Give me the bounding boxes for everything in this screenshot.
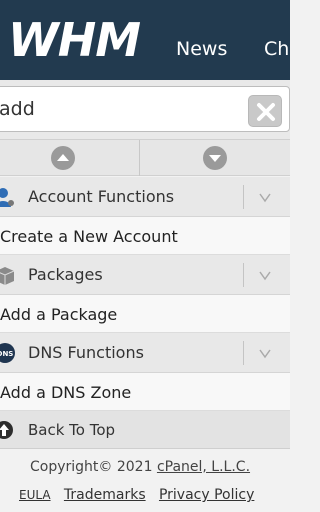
toggle-divider bbox=[139, 140, 140, 176]
arrow-up-circle-icon bbox=[0, 421, 13, 439]
whm-logo[interactable]: WHM bbox=[8, 14, 150, 64]
item-label[interactable]: Add a DNS Zone bbox=[0, 383, 131, 402]
list-item-create-account[interactable]: Create a New Account bbox=[0, 217, 290, 255]
triangle-up-icon bbox=[57, 154, 69, 161]
collapse-all-button[interactable] bbox=[51, 146, 75, 170]
chevron-down-icon[interactable] bbox=[258, 268, 272, 282]
dns-functions-icon: DNS bbox=[0, 343, 15, 363]
section-dns-functions[interactable]: DNS DNS Functions bbox=[0, 333, 290, 373]
section-label: Account Functions bbox=[28, 187, 175, 206]
svg-text:WHM: WHM bbox=[8, 14, 140, 64]
back-to-top-label: Back To Top bbox=[28, 421, 116, 439]
section-label: DNS Functions bbox=[28, 343, 144, 362]
top-header: WHM News Ch bbox=[0, 0, 290, 80]
list-item-add-dns-zone[interactable]: Add a DNS Zone bbox=[0, 373, 290, 411]
list-item-add-package[interactable]: Add a Package bbox=[0, 295, 290, 333]
expand-collapse-bar bbox=[0, 140, 290, 176]
expand-all-button[interactable] bbox=[203, 146, 227, 170]
section-divider bbox=[243, 263, 244, 287]
back-to-top-button[interactable]: Back To Top bbox=[0, 411, 290, 449]
footer-links: EULA Trademarks Privacy Policy bbox=[19, 487, 254, 503]
eula-link[interactable]: EULA bbox=[19, 488, 51, 502]
section-divider bbox=[243, 341, 244, 365]
close-icon bbox=[257, 103, 275, 121]
section-account-functions[interactable]: Account Functions bbox=[0, 177, 290, 217]
svg-text:DNS: DNS bbox=[0, 350, 13, 358]
chevron-down-icon[interactable] bbox=[258, 346, 272, 360]
chevron-down-icon[interactable] bbox=[258, 190, 272, 204]
search-box bbox=[0, 86, 290, 132]
nav-news-link[interactable]: News bbox=[176, 38, 227, 60]
cpanel-link[interactable]: cPanel, L.L.C. bbox=[157, 459, 250, 475]
search-area bbox=[0, 80, 290, 140]
copyright-prefix: Copyright© 2021 bbox=[30, 459, 157, 475]
footer: Copyright© 2021 cPanel, L.L.C. EULA Trad… bbox=[0, 449, 290, 512]
section-packages[interactable]: Packages bbox=[0, 255, 290, 295]
clear-search-button[interactable] bbox=[248, 95, 282, 127]
section-label: Packages bbox=[28, 265, 103, 284]
item-label[interactable]: Create a New Account bbox=[0, 227, 178, 246]
section-divider bbox=[243, 185, 244, 209]
packages-icon bbox=[0, 267, 15, 285]
search-input[interactable] bbox=[0, 87, 237, 131]
copyright-text: Copyright© 2021 cPanel, L.L.C. bbox=[30, 459, 250, 475]
item-label[interactable]: Add a Package bbox=[0, 305, 117, 324]
trademarks-link[interactable]: Trademarks bbox=[64, 487, 146, 503]
privacy-policy-link[interactable]: Privacy Policy bbox=[159, 487, 254, 503]
nav-changelog-link[interactable]: Ch bbox=[264, 38, 289, 60]
account-functions-icon bbox=[0, 188, 14, 207]
triangle-down-icon bbox=[209, 155, 221, 162]
